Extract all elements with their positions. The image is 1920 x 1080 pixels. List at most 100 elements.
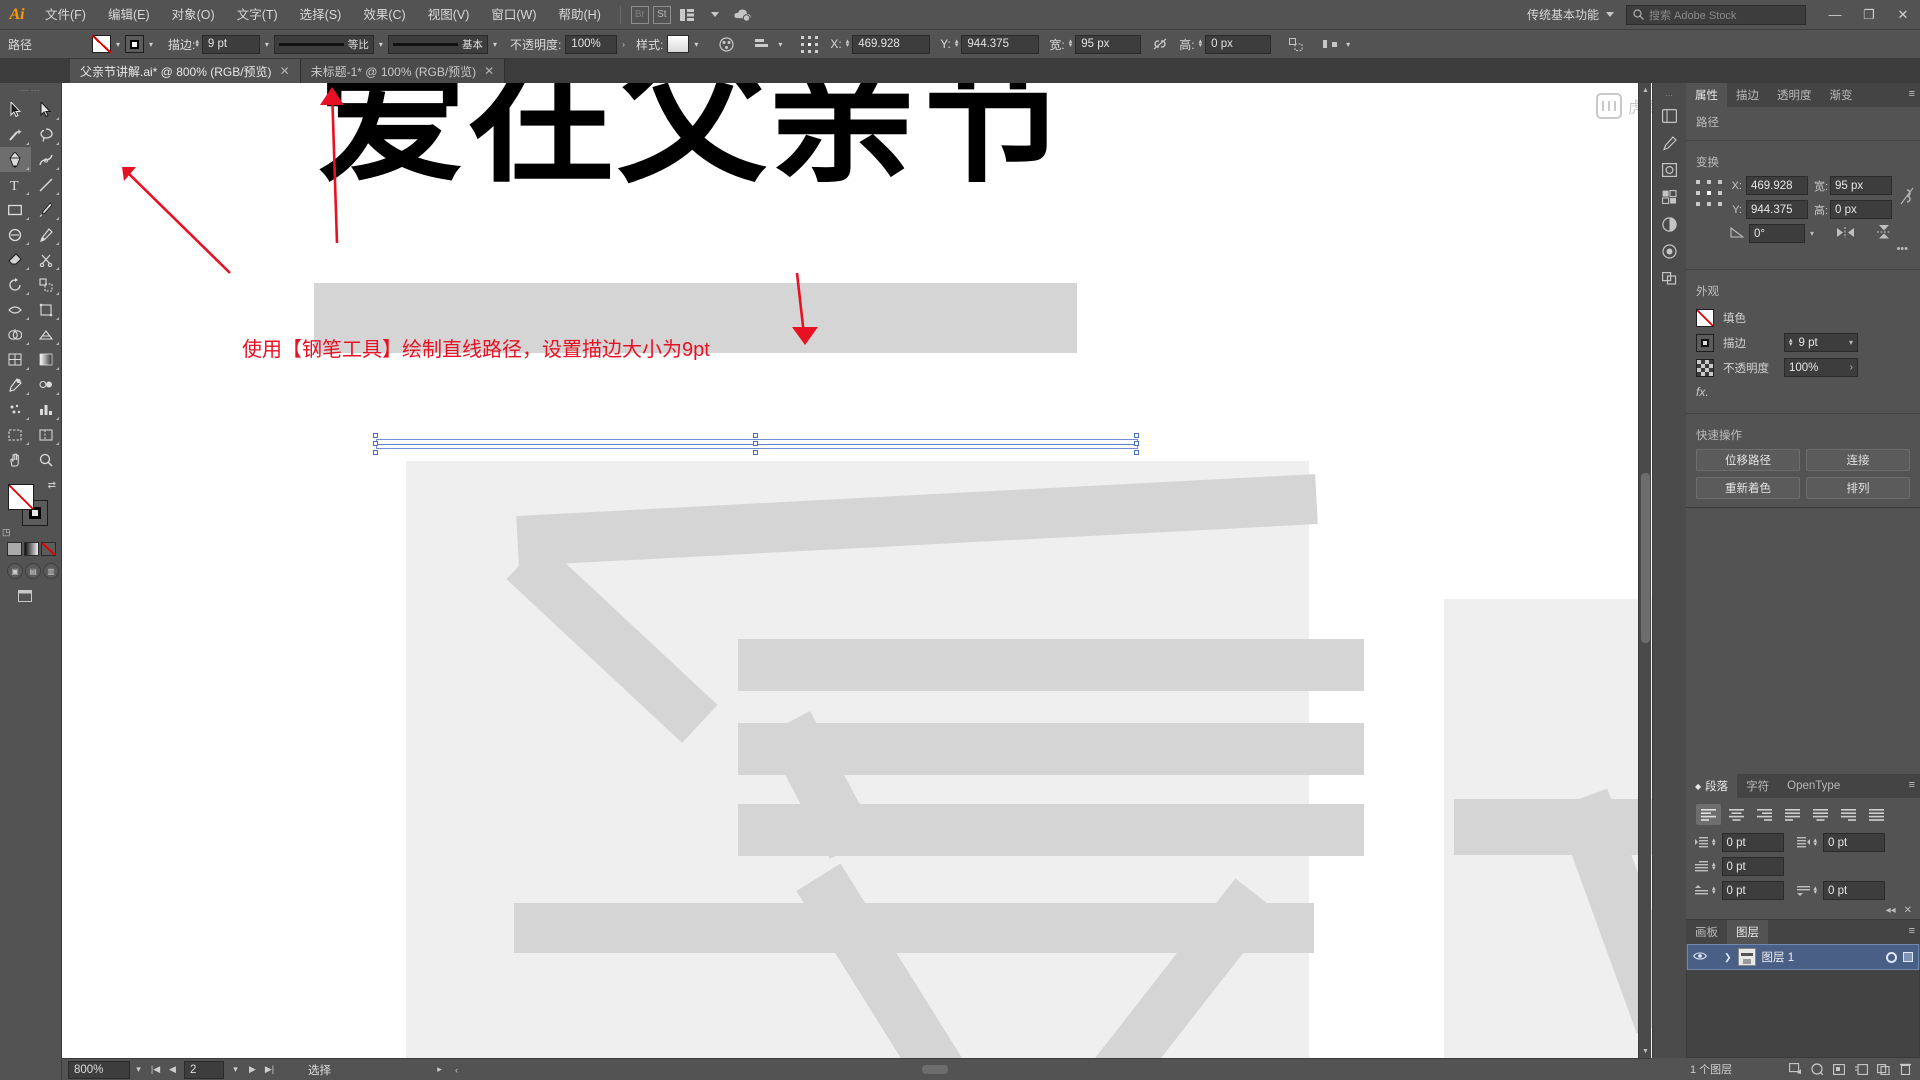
zoom-level-field[interactable]: 800%	[68, 1060, 130, 1079]
draw-normal-icon[interactable]: ▣	[7, 563, 23, 579]
link-broken-icon[interactable]	[1900, 186, 1914, 209]
brushes-icon[interactable]	[1657, 131, 1683, 155]
chevron-down-icon[interactable]: ▾	[374, 40, 388, 49]
change-screen-mode-icon[interactable]	[14, 587, 36, 605]
next-artboard-button[interactable]: ▶	[244, 1060, 261, 1080]
chevron-down-icon[interactable]: ▾	[111, 40, 125, 49]
chevron-down-icon[interactable]: ▾	[1810, 229, 1814, 238]
tab-gradient[interactable]: 渐变	[1821, 83, 1862, 107]
align-options-icon[interactable]	[751, 33, 773, 55]
chevron-down-icon[interactable]: ▾	[773, 40, 787, 49]
close-icon[interactable]: ✕	[1904, 905, 1912, 916]
locate-object-icon[interactable]	[1784, 1059, 1806, 1079]
x-stepper[interactable]: ▴ ▾	[846, 38, 850, 49]
chevron-down-icon[interactable]: ▾	[488, 40, 502, 49]
artboard-number-field[interactable]: 2	[184, 1060, 224, 1079]
align-center-button[interactable]	[1724, 804, 1749, 825]
swap-fill-stroke-icon[interactable]: ⇄	[48, 480, 56, 491]
menu-view[interactable]: 视图(V)	[417, 0, 481, 30]
close-icon[interactable]: ✕	[280, 64, 290, 78]
default-fill-stroke-icon[interactable]: ◳	[2, 527, 11, 538]
last-artboard-button[interactable]: ▶|	[261, 1060, 278, 1080]
distribute-spacing-icon[interactable]	[1319, 33, 1341, 55]
indent-left-stepper[interactable]: ▴ ▾	[1712, 837, 1716, 848]
align-left-button[interactable]	[1696, 804, 1721, 825]
status-left-icon[interactable]: ‹	[448, 1060, 465, 1080]
minimize-button[interactable]: —	[1818, 0, 1852, 30]
indent-first-line-field[interactable]: 0 pt	[1721, 857, 1784, 876]
workspace-selector[interactable]: 传统基本功能	[1517, 6, 1620, 23]
chevron-down-icon[interactable]: ▾	[1849, 338, 1853, 347]
scissors-tool[interactable]	[31, 247, 62, 272]
indent-right-stepper[interactable]: ▴ ▾	[1814, 837, 1818, 848]
space-before-field[interactable]: 0 pt	[1721, 881, 1784, 900]
constrain-proportions-icon[interactable]	[1149, 33, 1171, 55]
zoom-dropdown-icon[interactable]: ▾	[130, 1060, 147, 1080]
appearance-icon[interactable]	[1657, 239, 1683, 263]
rotate-tool[interactable]	[0, 272, 31, 297]
menu-file[interactable]: 文件(F)	[34, 0, 97, 30]
justify-last-left-button[interactable]	[1780, 804, 1805, 825]
chevron-down-icon[interactable]: ▾	[1341, 40, 1355, 49]
panel-menu-icon[interactable]: ≡	[1909, 88, 1915, 100]
line-segment-tool[interactable]	[31, 172, 62, 197]
draw-behind-icon[interactable]: ▤	[25, 563, 41, 579]
opacity-popup-arrow-icon[interactable]: ›	[617, 40, 630, 49]
rotation-angle-field[interactable]: 0°	[1749, 224, 1805, 243]
chevron-down-icon[interactable]: ▾	[689, 40, 703, 49]
symbol-sprayer-tool[interactable]	[0, 397, 31, 422]
previous-artboard-button[interactable]: ◀	[164, 1060, 181, 1080]
y-field[interactable]: 944.375	[961, 34, 1040, 54]
layer-row[interactable]: ❯ 图层 1	[1687, 944, 1919, 970]
canvas-horizontal-scrollbar[interactable]	[492, 1064, 1625, 1075]
stroke-weight-stepper[interactable]: ▴ ▾	[1789, 337, 1793, 348]
height-field[interactable]: 0 px	[1205, 34, 1272, 54]
cloud-sync-icon[interactable]	[731, 4, 755, 26]
transform-reference-point[interactable]	[1696, 180, 1722, 206]
transform-panel-icon[interactable]	[1285, 33, 1307, 55]
direct-selection-tool[interactable]	[31, 97, 62, 122]
pathfinder-icon[interactable]	[1657, 266, 1683, 290]
artboard-dropdown-icon[interactable]: ▾	[227, 1060, 244, 1080]
chevron-right-icon[interactable]: ❯	[1724, 952, 1732, 963]
free-transform-tool[interactable]	[31, 297, 62, 322]
fill-swatch[interactable]	[1696, 309, 1714, 327]
tab-artboards[interactable]: 画板	[1686, 920, 1727, 944]
panel-menu-icon[interactable]: ≡	[1909, 925, 1915, 937]
stroke-swatch[interactable]	[125, 35, 145, 53]
slice-tool[interactable]	[31, 422, 62, 447]
tab-character[interactable]: 字符	[1737, 774, 1778, 798]
join-button[interactable]: 连接	[1806, 449, 1910, 471]
libraries-icon[interactable]	[1657, 104, 1683, 128]
tab-layers[interactable]: 图层	[1727, 920, 1768, 944]
canvas-vertical-scrollbar[interactable]: ▲ ▼	[1638, 83, 1651, 1058]
opacity-popup-arrow-icon[interactable]: ›	[1850, 362, 1853, 373]
close-button[interactable]: ✕	[1886, 0, 1920, 30]
gradient-swatch-button[interactable]	[24, 542, 39, 556]
indent-right-field[interactable]: 0 pt	[1823, 833, 1886, 852]
paintbrush-tool[interactable]	[31, 197, 62, 222]
flip-horizontal-icon[interactable]	[1837, 226, 1855, 242]
stock-icon[interactable]: St	[652, 5, 671, 24]
indent-left-field[interactable]: 0 pt	[1721, 833, 1784, 852]
first-artboard-button[interactable]: |◀	[147, 1060, 164, 1080]
opacity-field[interactable]: 100% ›	[1784, 358, 1858, 377]
arrange-button[interactable]: 排列	[1806, 477, 1910, 499]
opacity-swatch[interactable]	[1696, 358, 1714, 377]
eyedropper-tool[interactable]	[0, 372, 31, 397]
chevron-down-icon[interactable]: ▾	[260, 40, 274, 49]
menu-select[interactable]: 选择(S)	[289, 0, 353, 30]
width-tool[interactable]	[0, 297, 31, 322]
flip-vertical-icon[interactable]	[1876, 225, 1892, 242]
menu-edit[interactable]: 编辑(E)	[97, 0, 161, 30]
document-canvas[interactable]: 爱在父亲节 使用【钢笔工具】绘制直线路径，设置描边大小为9pt	[62, 83, 1686, 1058]
magic-wand-tool[interactable]	[0, 122, 31, 147]
make-clipping-mask-icon[interactable]	[1806, 1059, 1828, 1079]
opacity-field[interactable]: 100%	[565, 34, 618, 54]
align-right-button[interactable]	[1752, 804, 1777, 825]
height-field[interactable]: 0 px	[1830, 200, 1892, 219]
restore-button[interactable]: ❐	[1852, 0, 1886, 30]
space-after-stepper[interactable]: ▴ ▾	[1814, 885, 1818, 896]
swatches-icon[interactable]	[1657, 185, 1683, 209]
zoom-tool[interactable]	[31, 447, 62, 472]
